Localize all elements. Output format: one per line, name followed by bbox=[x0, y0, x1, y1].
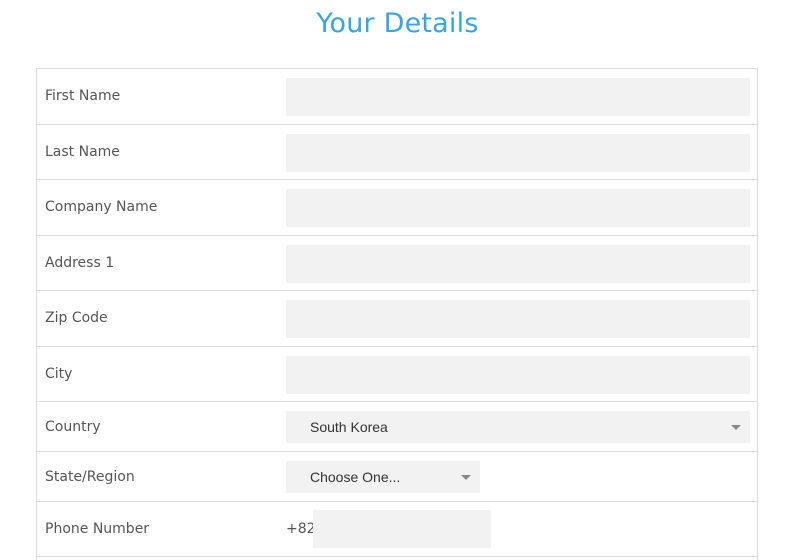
form-row-city: City bbox=[37, 347, 757, 402]
state-label: State/Region bbox=[45, 468, 135, 485]
address-1-input[interactable] bbox=[286, 244, 750, 283]
zip-code-label: Zip Code bbox=[45, 310, 108, 327]
page-title: Your Details bbox=[316, 8, 479, 39]
chevron-down-icon bbox=[731, 425, 741, 430]
phone-dial-code: +82 bbox=[286, 521, 316, 537]
state-selected-value: Choose One... bbox=[310, 469, 401, 485]
zip-code-input[interactable] bbox=[286, 300, 750, 338]
country-selected-value: South Korea bbox=[310, 419, 388, 435]
company-name-input[interactable] bbox=[286, 189, 750, 227]
form-row-zip-code: Zip Code bbox=[37, 291, 757, 347]
form-row-first-name: First Name bbox=[37, 69, 757, 125]
country-label: Country bbox=[45, 418, 101, 435]
city-label: City bbox=[45, 365, 73, 382]
form-row-state: State/Region Choose One... bbox=[37, 452, 757, 502]
phone-number-input[interactable] bbox=[313, 510, 491, 548]
form-row-phone: Phone Number +82 bbox=[37, 502, 757, 557]
first-name-label: First Name bbox=[45, 88, 121, 105]
last-name-label: Last Name bbox=[45, 143, 120, 160]
form-row-last-name: Last Name bbox=[37, 125, 757, 180]
chevron-down-icon bbox=[461, 475, 471, 480]
form-row-company-name: Company Name bbox=[37, 180, 757, 236]
details-form: First Name Last Name Company Name Addres… bbox=[36, 68, 758, 560]
state-select[interactable]: Choose One... bbox=[286, 461, 480, 493]
details-page: Your Details First Name Last Name Compan… bbox=[0, 0, 800, 560]
company-name-label: Company Name bbox=[45, 199, 158, 216]
form-row-address-1: Address 1 bbox=[37, 236, 757, 291]
first-name-input[interactable] bbox=[286, 78, 750, 116]
address-1-label: Address 1 bbox=[45, 254, 115, 271]
city-input[interactable] bbox=[286, 355, 750, 394]
form-row-country: Country South Korea bbox=[37, 402, 757, 452]
last-name-input[interactable] bbox=[286, 133, 750, 172]
phone-number-label: Phone Number bbox=[45, 521, 150, 537]
country-select[interactable]: South Korea bbox=[286, 411, 750, 443]
